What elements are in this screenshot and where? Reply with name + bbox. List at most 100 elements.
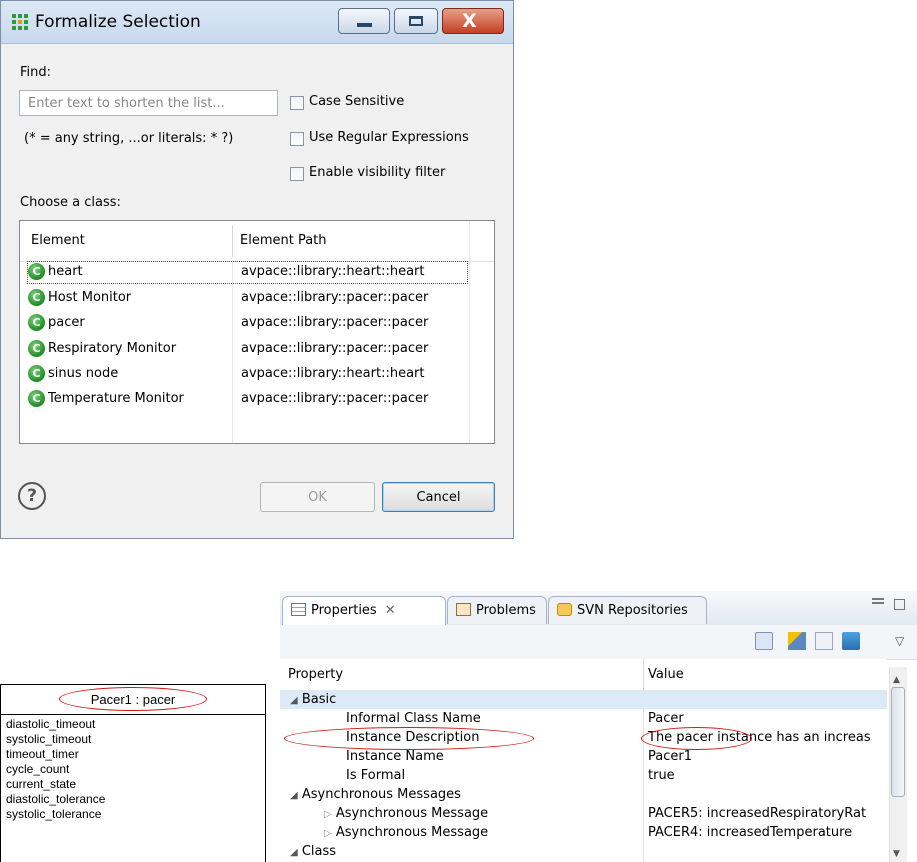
- property-label: Class: [301, 844, 337, 859]
- attribute-item: cycle_count: [6, 762, 70, 776]
- find-input[interactable]: [19, 90, 278, 116]
- ok-button[interactable]: OK: [260, 482, 375, 512]
- tab-problems-label: Problems: [476, 603, 536, 618]
- attribute-item: current_state: [6, 777, 77, 791]
- column-divider[interactable]: [643, 659, 644, 690]
- tab-properties-label: Properties: [311, 603, 377, 618]
- class-icon: C: [28, 314, 45, 331]
- property-value[interactable]: PACER4: increasedTemperature: [648, 825, 885, 840]
- show-advanced-icon[interactable]: [788, 632, 806, 650]
- cancel-button[interactable]: Cancel: [382, 482, 495, 512]
- element-path-cell: avpace::library::pacer::pacer: [241, 315, 429, 330]
- table-row[interactable]: C pacer avpace::library::pacer::pacer: [20, 311, 494, 336]
- close-button[interactable]: X: [442, 8, 504, 34]
- minimize-icon: [357, 23, 372, 27]
- column-header-element-path[interactable]: Element Path: [240, 233, 327, 248]
- view-tab-strip: Properties ✕ Problems SVN Repositories: [280, 591, 917, 626]
- property-category-basic[interactable]: ◢ Basic: [280, 690, 887, 709]
- use-regex-label[interactable]: Use Regular Expressions: [309, 130, 469, 145]
- visibility-filter-label[interactable]: Enable visibility filter: [309, 165, 445, 180]
- property-row[interactable]: Informal Class Name Pacer: [280, 709, 887, 728]
- pin-view-icon[interactable]: [842, 632, 860, 650]
- scroll-up-arrow-icon[interactable]: ▲: [893, 675, 900, 685]
- class-table[interactable]: Element Element Path C heart avpace::lib…: [19, 220, 495, 444]
- property-category-class[interactable]: ◢ Class: [280, 842, 887, 861]
- class-icon: C: [28, 289, 45, 306]
- table-row[interactable]: C Temperature Monitor avpace::library::p…: [20, 387, 494, 412]
- focus-rectangle: [27, 261, 468, 284]
- minimize-button[interactable]: [338, 8, 390, 34]
- dialog-title-bar[interactable]: Formalize Selection X: [1, 1, 513, 44]
- column-divider[interactable]: [232, 225, 233, 257]
- expanded-triangle-icon[interactable]: ◢: [290, 847, 298, 858]
- scrollbar-thumb[interactable]: [891, 687, 905, 797]
- properties-toolbar: ▽: [280, 625, 917, 660]
- element-cell: sinus node: [48, 366, 119, 381]
- scroll-down-arrow-icon[interactable]: ▼: [893, 849, 900, 859]
- help-icon[interactable]: ?: [18, 482, 46, 510]
- visibility-filter-checkbox[interactable]: [290, 167, 304, 181]
- highlight-ellipse: [284, 727, 534, 750]
- property-label: Asynchronous Messages: [301, 787, 461, 802]
- collapsed-triangle-icon[interactable]: ▷: [324, 828, 332, 839]
- column-header-property[interactable]: Property: [288, 667, 343, 682]
- collapsed-triangle-icon[interactable]: ▷: [324, 809, 332, 820]
- table-header: Element Element Path: [20, 221, 494, 262]
- case-sensitive-label[interactable]: Case Sensitive: [309, 94, 404, 109]
- element-path-cell: avpace::library::pacer::pacer: [241, 391, 429, 406]
- class-icon: C: [28, 340, 45, 357]
- use-regex-checkbox[interactable]: [290, 132, 304, 146]
- expanded-triangle-icon[interactable]: ◢: [290, 695, 298, 706]
- maximize-view-icon[interactable]: [894, 599, 905, 610]
- view-menu-chevron-down-icon[interactable]: ▽: [895, 634, 904, 648]
- property-category-async-messages[interactable]: ◢ Asynchronous Messages: [280, 785, 887, 804]
- wildcard-hint: (* = any string, ...or literals: * ?): [24, 131, 234, 146]
- property-row[interactable]: Instance Name Pacer1: [280, 747, 887, 766]
- property-label: Asynchronous Message: [335, 825, 489, 840]
- highlight-ellipse: [641, 727, 752, 750]
- property-label: Is Formal: [346, 768, 406, 783]
- attribute-item: timeout_timer: [6, 747, 79, 761]
- tab-svn-repositories[interactable]: SVN Repositories: [548, 596, 707, 624]
- formalize-selection-dialog: Formalize Selection X Find: (* = any str…: [0, 0, 514, 539]
- tab-svn-label: SVN Repositories: [577, 603, 688, 618]
- column-header-element[interactable]: Element: [31, 233, 85, 248]
- property-row[interactable]: ▷ Asynchronous Message PACER4: increased…: [280, 823, 887, 842]
- table-row[interactable]: C Host Monitor avpace::library::pacer::p…: [20, 286, 494, 311]
- close-tab-icon[interactable]: ✕: [385, 603, 396, 618]
- element-path-cell: avpace::library::pacer::pacer: [241, 341, 429, 356]
- element-path-cell: avpace::library::heart::heart: [241, 366, 425, 381]
- choose-class-label: Choose a class:: [20, 195, 121, 210]
- property-row[interactable]: ▷ Asynchronous Message PACER5: increased…: [280, 804, 887, 823]
- find-label: Find:: [20, 65, 52, 80]
- element-cell: pacer: [48, 315, 85, 330]
- minimize-view-icon[interactable]: [872, 598, 884, 604]
- attribute-item: diastolic_tolerance: [6, 792, 106, 806]
- maximize-button[interactable]: [394, 8, 438, 34]
- expanded-triangle-icon[interactable]: ◢: [290, 790, 298, 801]
- show-categories-icon[interactable]: [755, 632, 773, 650]
- element-cell: Temperature Monitor: [48, 391, 184, 406]
- property-label: Instance Name: [346, 749, 444, 764]
- attribute-item: diastolic_timeout: [6, 717, 96, 731]
- restore-default-icon[interactable]: [815, 632, 833, 650]
- table-row[interactable]: C Respiratory Monitor avpace::library::p…: [20, 337, 494, 362]
- problems-icon: [456, 603, 471, 616]
- instance-diagram-box[interactable]: Pacer1 : pacer diastolic_timeout systoli…: [0, 684, 266, 862]
- property-value[interactable]: PACER5: increasedRespiratoryRat: [648, 806, 885, 821]
- case-sensitive-checkbox[interactable]: [290, 96, 304, 110]
- property-value[interactable]: Pacer1: [648, 749, 885, 764]
- column-header-value[interactable]: Value: [648, 667, 684, 682]
- property-value[interactable]: Pacer: [648, 711, 885, 726]
- instance-header: Pacer1 : pacer: [1, 685, 265, 715]
- tab-problems[interactable]: Problems: [447, 596, 547, 624]
- property-label: Basic: [301, 692, 337, 707]
- table-row[interactable]: C sinus node avpace::library::heart::hea…: [20, 362, 494, 387]
- maximize-icon: [409, 16, 423, 26]
- tab-properties[interactable]: Properties ✕: [282, 596, 446, 626]
- element-path-cell: avpace::library::pacer::pacer: [241, 290, 429, 305]
- property-row[interactable]: Is Formal true: [280, 766, 887, 785]
- property-value[interactable]: true: [648, 768, 885, 783]
- element-cell: Respiratory Monitor: [48, 341, 177, 356]
- property-label: Asynchronous Message: [335, 806, 489, 821]
